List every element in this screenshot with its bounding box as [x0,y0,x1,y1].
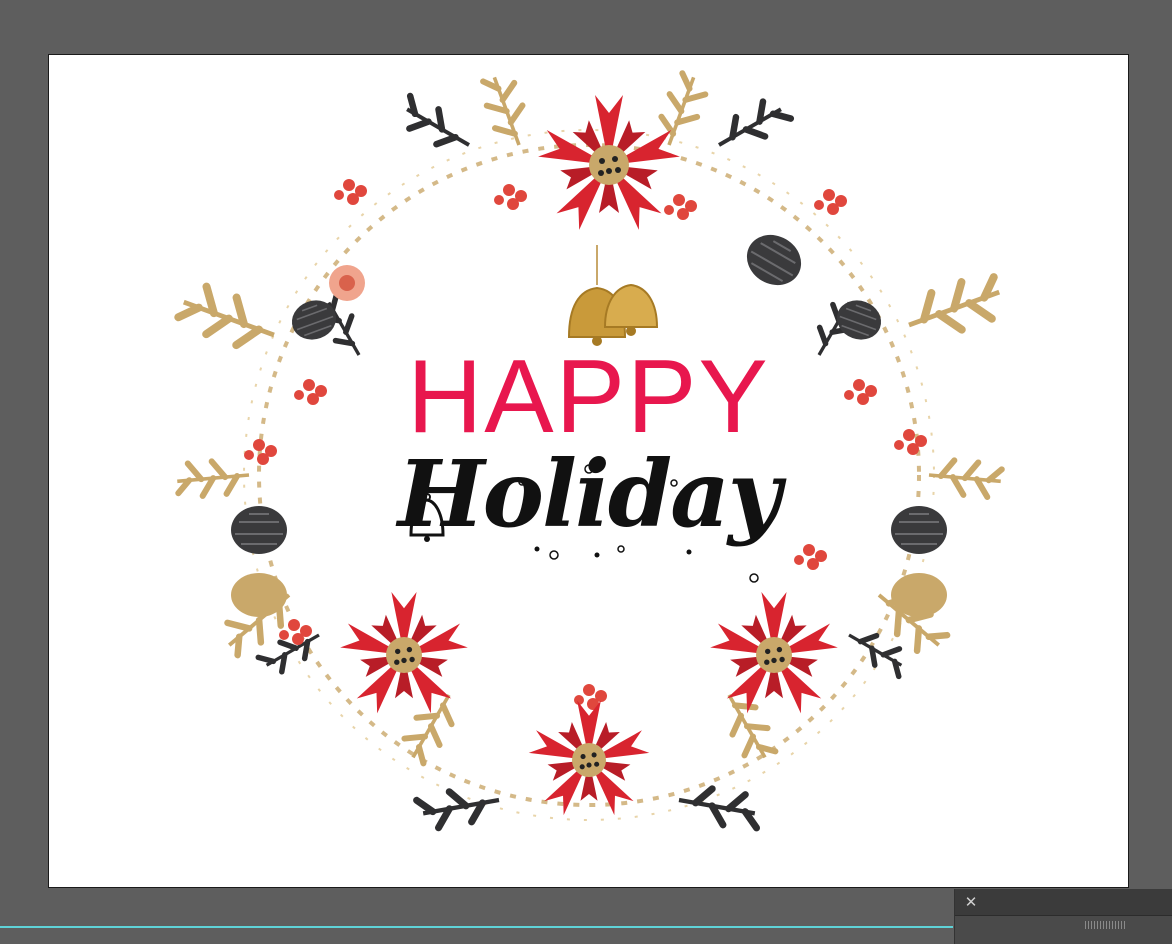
artboard: HAPPY Holiday [49,55,1128,887]
horizontal-scroll-track[interactable] [0,926,953,928]
close-icon[interactable]: ✕ [963,893,979,911]
floating-panel: ✕ [954,889,1172,944]
bells-icon [567,245,659,346]
panel-grip-handle[interactable] [1085,921,1125,929]
happy-heading: HAPPY [407,339,770,455]
panel-title-bar[interactable]: ✕ [955,889,1172,916]
holiday-script-heading: Holiday [397,440,782,548]
